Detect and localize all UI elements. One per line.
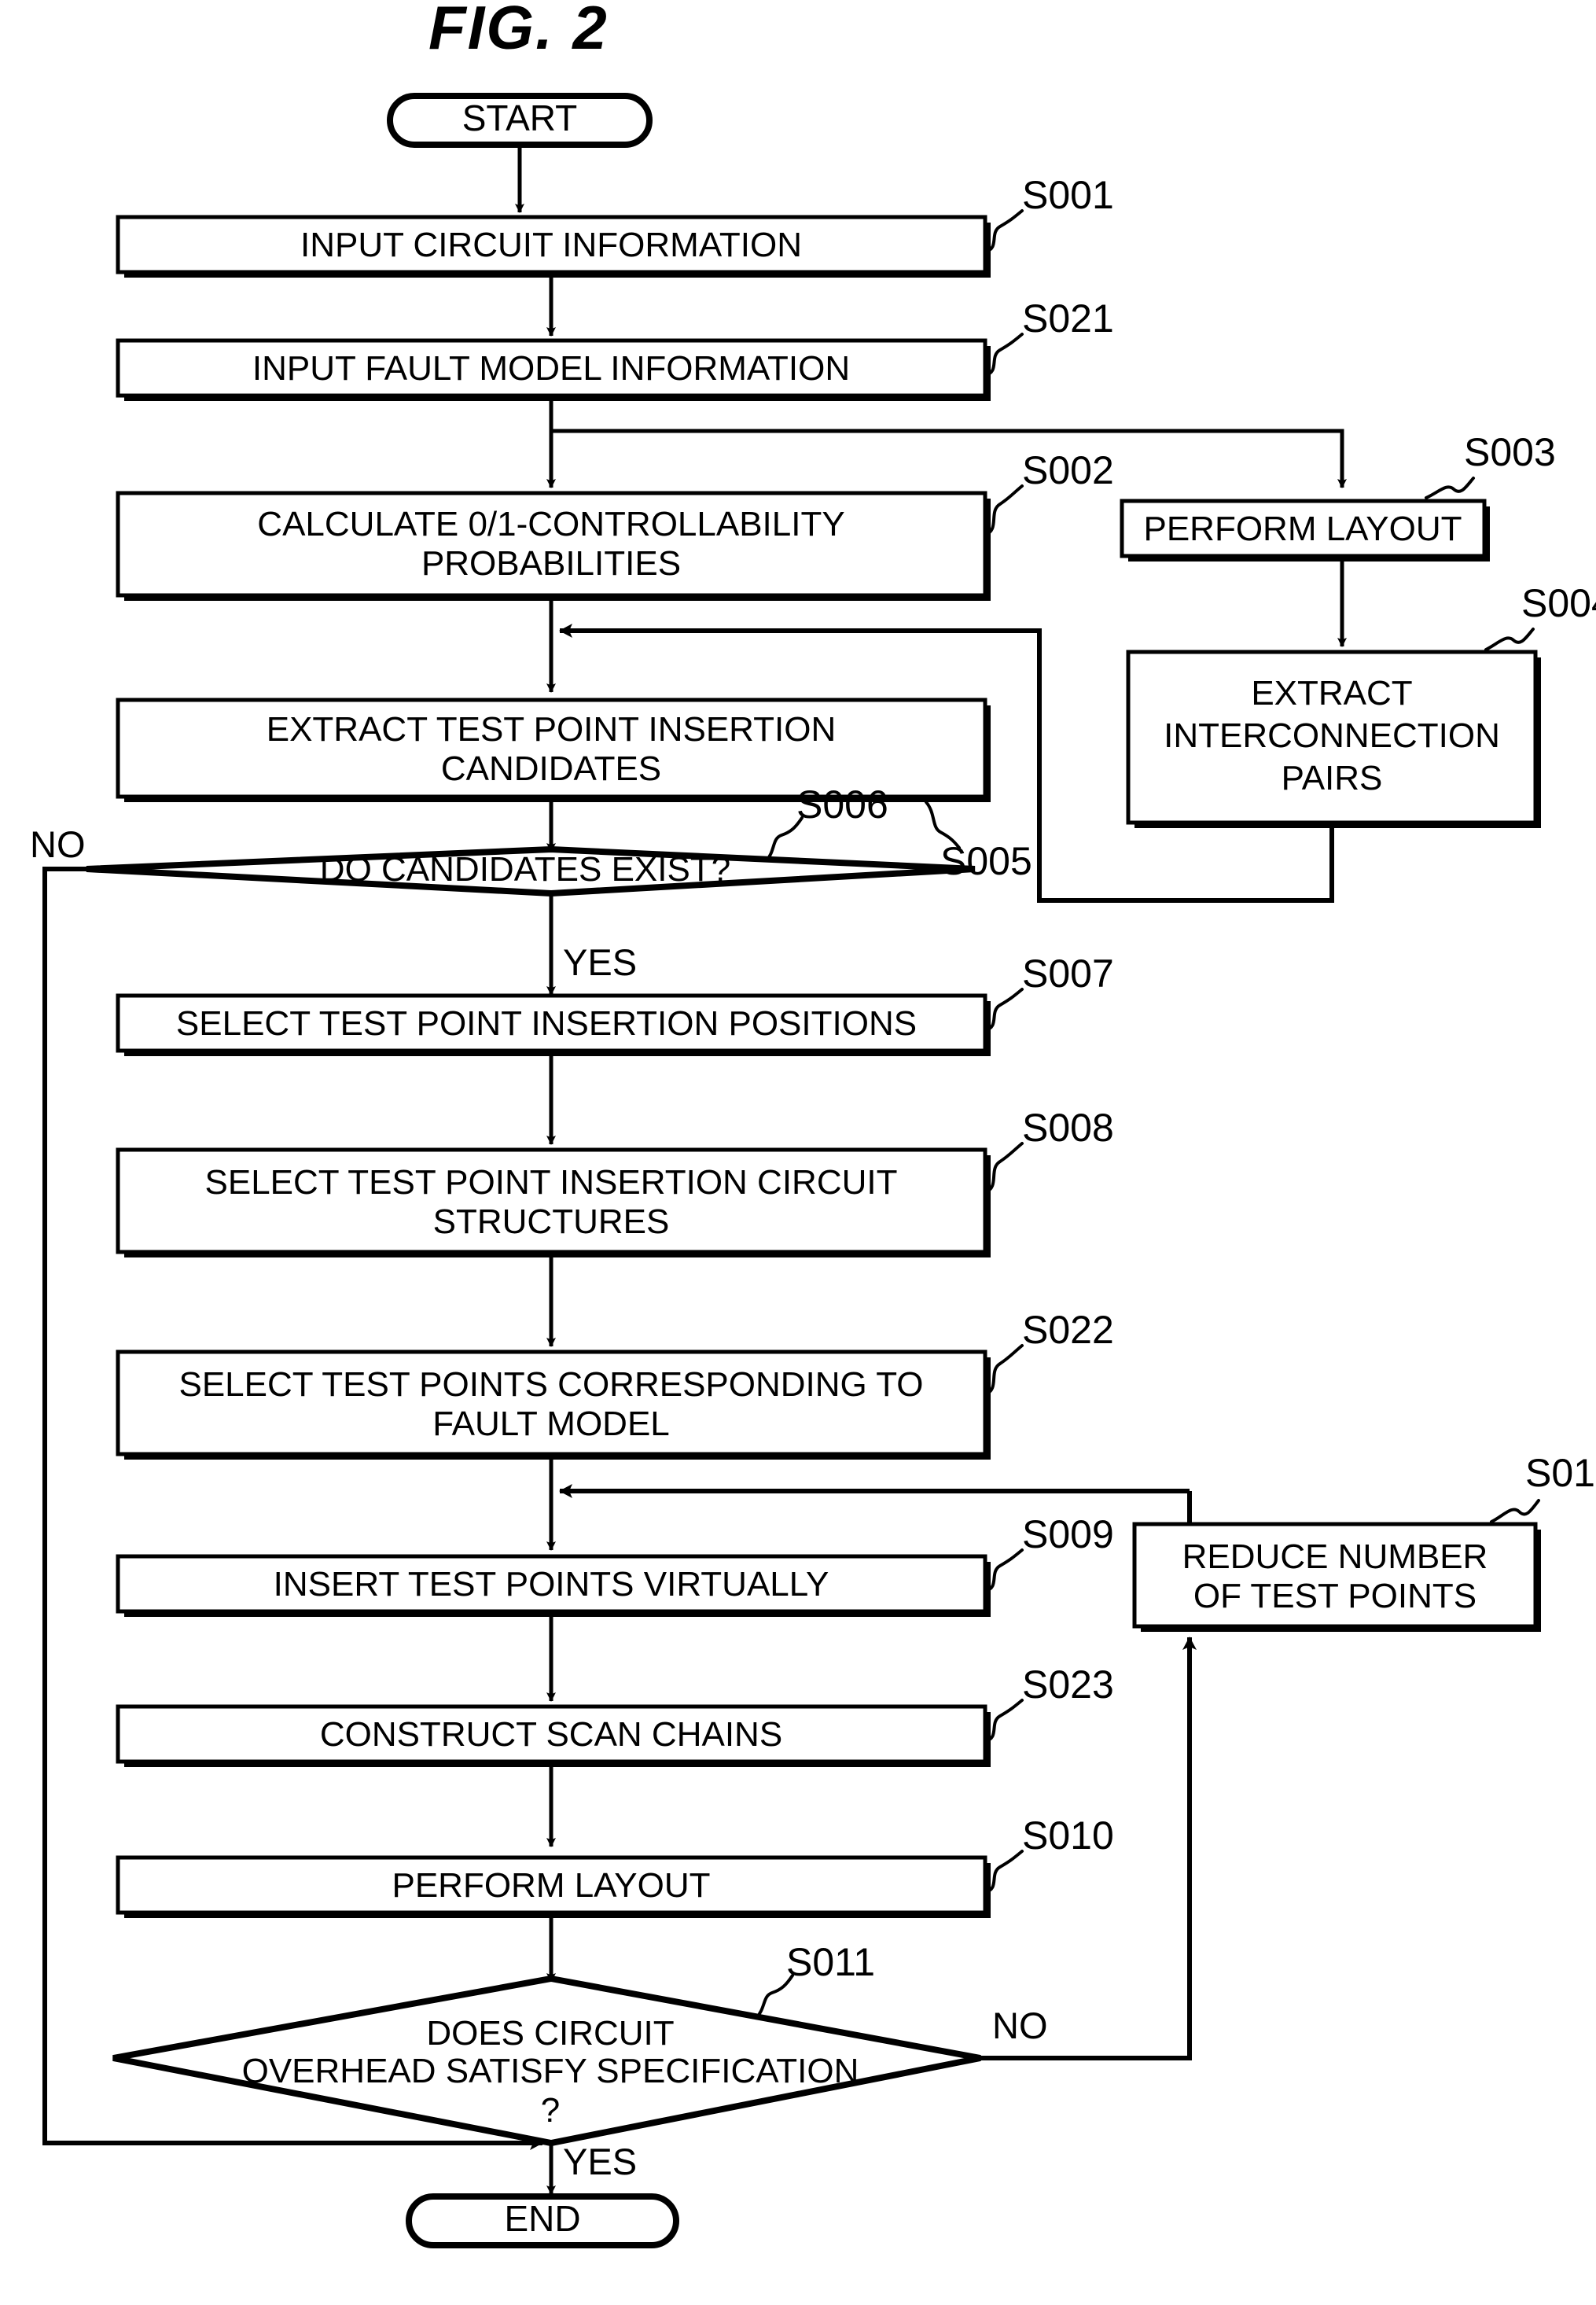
decision-node-s006-label: DO CANDIDATES EXIST? — [320, 850, 730, 889]
process-node-s005-label-line1: EXTRACT TEST POINT INSERTION — [267, 710, 837, 749]
step-label-s011: S011 — [786, 1940, 875, 1984]
branch-label-overhead-no: NO — [992, 2005, 1048, 2046]
process-node-s005-label-line2: CANDIDATES — [441, 749, 661, 788]
process-node-s002: CALCULATE 0/1-CONTROLLABILITY PROBABILIT… — [116, 491, 991, 601]
process-node-s007-label: SELECT TEST POINT INSERTION POSITIONS — [176, 1004, 917, 1043]
leader-s008 — [984, 1142, 1024, 1194]
step-label-s008: S008 — [1022, 1106, 1114, 1150]
process-node-s023: CONSTRUCT SCAN CHAINS — [116, 1704, 991, 1767]
process-node-s009: INSERT TEST POINTS VIRTUALLY — [116, 1554, 991, 1617]
leader-s009 — [984, 1548, 1024, 1593]
branch-label-candidates-yes: YES — [563, 941, 637, 983]
process-node-s010: PERFORM LAYOUT — [116, 1855, 991, 1918]
decision-node-s006: DO CANDIDATES EXIST? — [86, 845, 976, 897]
step-label-s002: S002 — [1022, 448, 1114, 492]
flowchart-canvas: FIG. 2 START INPUT CIRCUIT INFORMATION S… — [30, 0, 1596, 2248]
terminator-start-label: START — [462, 98, 578, 138]
process-node-s003-label: PERFORM LAYOUT — [1143, 510, 1462, 548]
terminator-end: END — [406, 2193, 679, 2248]
figure-page: FIG. 2 START INPUT CIRCUIT INFORMATION S… — [0, 0, 1596, 2305]
leader-s023 — [984, 1699, 1024, 1743]
leader-s012 — [1490, 1499, 1540, 1523]
process-node-s023-label: CONSTRUCT SCAN CHAINS — [320, 1715, 782, 1754]
step-label-s006: S006 — [796, 782, 888, 827]
step-label-s003: S003 — [1464, 430, 1556, 474]
decision-node-s011: DOES CIRCUIT OVERHEAD SATISFY SPECIFICAT… — [112, 1975, 981, 2147]
leader-s022 — [984, 1344, 1024, 1396]
branch-label-candidates-no: NO — [30, 823, 86, 865]
process-node-s021-label: INPUT FAULT MODEL INFORMATION — [252, 349, 850, 388]
figure-title: FIG. 2 — [428, 0, 609, 62]
process-node-s004-label-line1: EXTRACT — [1251, 674, 1412, 712]
step-label-s007: S007 — [1022, 952, 1114, 996]
step-label-s004: S004 — [1521, 581, 1596, 625]
decision-node-s011-label-line2: OVERHEAD SATISFY SPECIFICATION — [242, 2052, 859, 2090]
leader-s010 — [984, 1850, 1024, 1894]
decision-node-s011-label-line3: ? — [541, 2091, 560, 2130]
branch-label-overhead-yes: YES — [563, 2141, 637, 2182]
step-label-s021: S021 — [1022, 296, 1114, 341]
process-node-s001-label: INPUT CIRCUIT INFORMATION — [300, 226, 802, 264]
process-node-s021: INPUT FAULT MODEL INFORMATION — [116, 338, 991, 401]
process-node-s022: SELECT TEST POINTS CORRESPONDING TO FAUL… — [116, 1349, 991, 1460]
step-label-s009: S009 — [1022, 1512, 1114, 1556]
step-label-s022: S022 — [1022, 1308, 1114, 1352]
process-node-s022-label-line2: FAULT MODEL — [432, 1405, 670, 1443]
process-node-s004-label-line2: INTERCONNECTION — [1164, 716, 1500, 755]
process-node-s008: SELECT TEST POINT INSERTION CIRCUIT STRU… — [116, 1147, 991, 1257]
process-node-s008-label-line1: SELECT TEST POINT INSERTION CIRCUIT — [205, 1163, 898, 1202]
connector-s021-to-s003 — [551, 429, 1347, 488]
process-node-s002-label-line2: PROBABILITIES — [421, 544, 681, 583]
leader-s002 — [984, 484, 1024, 536]
terminator-end-label: END — [504, 2198, 580, 2239]
terminator-start: START — [387, 93, 653, 148]
step-label-s023: S023 — [1022, 1662, 1114, 1707]
process-node-s012-label-line2: OF TEST POINTS — [1193, 1577, 1476, 1615]
connector-s006-no-loop — [42, 867, 543, 2150]
process-node-s022-label-line1: SELECT TEST POINTS CORRESPONDING TO — [178, 1365, 923, 1404]
decision-node-s011-label-line1: DOES CIRCUIT — [426, 2014, 674, 2053]
process-node-s002-label-line1: CALCULATE 0/1-CONTROLLABILITY — [257, 505, 844, 543]
process-node-s009-label: INSERT TEST POINTS VIRTUALLY — [274, 1565, 829, 1604]
process-node-s007: SELECT TEST POINT INSERTION POSITIONS — [116, 993, 991, 1056]
process-node-s001: INPUT CIRCUIT INFORMATION — [116, 215, 991, 278]
process-node-s012-label-line1: REDUCE NUMBER — [1182, 1537, 1488, 1576]
process-node-s004-label-line3: PAIRS — [1282, 759, 1383, 797]
leader-s001 — [984, 209, 1024, 253]
leader-s021 — [984, 333, 1024, 377]
leader-s003 — [1425, 477, 1475, 499]
step-label-s005: S005 — [940, 839, 1032, 883]
step-label-s001: S001 — [1022, 173, 1114, 217]
leader-s004 — [1484, 628, 1535, 651]
process-node-s010-label: PERFORM LAYOUT — [392, 1866, 710, 1905]
leader-s007 — [984, 988, 1024, 1032]
step-label-s012: S012 — [1525, 1451, 1596, 1495]
process-node-s004: EXTRACT INTERCONNECTION PAIRS — [1126, 650, 1541, 828]
process-node-s012: REDUCE NUMBER OF TEST POINTS — [1132, 1522, 1541, 1632]
process-node-s008-label-line2: STRUCTURES — [433, 1202, 670, 1241]
process-node-s003: PERFORM LAYOUT — [1120, 499, 1490, 562]
step-label-s010: S010 — [1022, 1813, 1114, 1858]
